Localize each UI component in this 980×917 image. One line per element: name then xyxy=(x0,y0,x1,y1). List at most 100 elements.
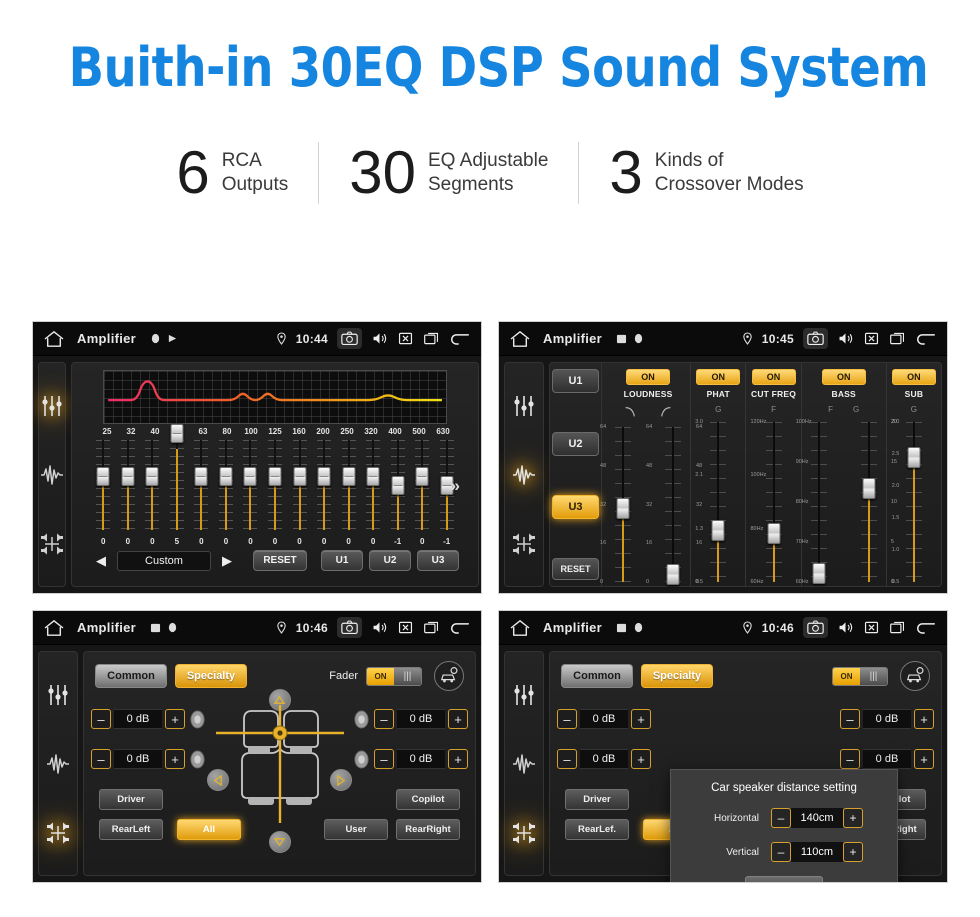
camera-icon[interactable] xyxy=(807,619,824,636)
minus-button[interactable]: – xyxy=(91,749,111,769)
fader-toggle[interactable]: ON ||| xyxy=(832,666,888,686)
tab-specialty[interactable]: Specialty xyxy=(641,664,713,688)
camera-icon[interactable] xyxy=(807,330,824,347)
recents-icon[interactable] xyxy=(889,619,906,636)
back-icon[interactable] xyxy=(915,330,937,347)
car-settings-button[interactable] xyxy=(434,661,464,691)
close-icon[interactable] xyxy=(863,619,880,636)
preset-u1-button[interactable]: U1 xyxy=(321,550,363,571)
eq-slider-63[interactable]: 0 xyxy=(189,438,214,546)
balance-icon[interactable] xyxy=(39,531,65,557)
back-icon[interactable] xyxy=(449,619,471,636)
seat-button-user[interactable]: User xyxy=(324,819,388,840)
slider-knob[interactable] xyxy=(616,498,630,520)
eq-slider-25[interactable]: 0 xyxy=(91,438,116,546)
minus-button[interactable]: – xyxy=(557,709,577,729)
minus-button[interactable]: – xyxy=(771,808,791,828)
preset-u3-button[interactable]: U3 xyxy=(552,495,599,519)
crossover-slider[interactable]: 64 48 32 16 0 xyxy=(656,421,702,586)
seat-button-rearright[interactable]: RearRight xyxy=(396,819,460,840)
seat-button-rearleft[interactable]: RearLef. xyxy=(565,819,629,840)
minus-button[interactable]: – xyxy=(771,842,791,862)
slider-knob[interactable] xyxy=(268,467,282,486)
toggle-loudness[interactable]: ON xyxy=(626,369,671,385)
plus-button[interactable]: + xyxy=(165,749,185,769)
plus-button[interactable]: + xyxy=(914,709,934,729)
eq-slider-50[interactable]: 5 xyxy=(165,423,190,546)
crossover-slider[interactable]: 64 48 32 16 0 64 48 32 16 0 xyxy=(600,421,652,586)
seat-button-driver[interactable]: Driver xyxy=(99,789,163,810)
home-icon[interactable] xyxy=(509,619,531,637)
crossover-slider[interactable]: 100Hz 90Hz 80Hz 70Hz 60Hz xyxy=(796,416,836,586)
preset-prev-button[interactable]: ◀ xyxy=(91,553,111,569)
preset-u2-button[interactable]: U2 xyxy=(552,432,599,456)
camera-button[interactable] xyxy=(803,617,828,638)
preset-next-button[interactable]: ▶ xyxy=(217,553,237,569)
close-icon[interactable] xyxy=(863,330,880,347)
slider-knob[interactable] xyxy=(243,467,257,486)
home-icon[interactable] xyxy=(43,330,65,348)
crossover-slider[interactable]: 20 15 10 5 0 xyxy=(891,416,931,586)
plus-button[interactable]: + xyxy=(631,749,651,769)
waveform-icon[interactable] xyxy=(511,751,537,777)
minus-button[interactable]: – xyxy=(374,749,394,769)
volume-icon[interactable] xyxy=(837,330,854,347)
seat-button-rearleft[interactable]: RearLeft xyxy=(99,819,163,840)
plus-button[interactable]: + xyxy=(448,749,468,769)
recents-icon[interactable] xyxy=(423,619,440,636)
camera-button[interactable] xyxy=(337,617,362,638)
recents-icon[interactable] xyxy=(889,330,906,347)
plus-button[interactable]: + xyxy=(631,709,651,729)
minus-button[interactable]: – xyxy=(374,709,394,729)
eq-slider-200[interactable]: 0 xyxy=(312,438,337,546)
crossover-slider[interactable]: 120Hz 100Hz 80Hz 60Hz xyxy=(751,416,791,586)
toggle-sub[interactable]: ON xyxy=(891,369,936,385)
slider-knob[interactable] xyxy=(219,467,233,486)
plus-button[interactable]: + xyxy=(914,749,934,769)
camera-icon[interactable] xyxy=(341,330,358,347)
slider-knob[interactable] xyxy=(145,467,159,486)
plus-button[interactable]: + xyxy=(843,808,863,828)
toggle-cut-freq[interactable]: ON xyxy=(751,369,796,385)
balance-icon[interactable] xyxy=(511,531,537,557)
tab-common[interactable]: Common xyxy=(561,664,633,688)
reset-button[interactable]: RESET xyxy=(253,550,307,571)
waveform-icon[interactable] xyxy=(511,462,537,488)
confirm-button[interactable]: Confirm xyxy=(745,876,823,882)
slider-knob[interactable] xyxy=(812,562,826,584)
preset-u3-button[interactable]: U3 xyxy=(417,550,459,571)
crossover-slider[interactable]: 3.0 2.5 2.0 1.5 1.0 0.5 xyxy=(852,416,899,586)
tab-common[interactable]: Common xyxy=(95,664,167,688)
slider-knob[interactable] xyxy=(366,467,380,486)
seat-button-copilot[interactable]: Copilot xyxy=(396,789,460,810)
eq-slider-500[interactable]: 0 xyxy=(410,438,435,546)
eq-slider-40[interactable]: 0 xyxy=(140,438,165,546)
camera-button[interactable] xyxy=(803,328,828,349)
close-icon[interactable] xyxy=(397,619,414,636)
waveform-icon[interactable] xyxy=(39,462,65,488)
equalizer-icon[interactable] xyxy=(39,393,65,419)
preset-u2-button[interactable]: U2 xyxy=(369,550,411,571)
minus-button[interactable]: – xyxy=(840,709,860,729)
equalizer-icon[interactable] xyxy=(511,682,537,708)
minus-button[interactable]: – xyxy=(557,749,577,769)
plus-button[interactable]: + xyxy=(165,709,185,729)
slider-knob[interactable] xyxy=(415,467,429,486)
eq-slider-80[interactable]: 0 xyxy=(214,438,239,546)
eq-slider-bank[interactable]: 0 0 0 5 0 0 0 0 0 0 0 0 -1 0 -1» xyxy=(91,423,460,546)
back-icon[interactable] xyxy=(449,330,471,347)
slider-knob[interactable] xyxy=(711,520,725,541)
volume-icon[interactable] xyxy=(371,330,388,347)
eq-slider-100[interactable]: 0 xyxy=(238,438,263,546)
camera-icon[interactable] xyxy=(341,619,358,636)
nudge-down-button[interactable] xyxy=(268,831,291,853)
crossover-slider[interactable]: 3.0 2.1 1.3 0.5 xyxy=(695,416,735,586)
slider-knob[interactable] xyxy=(194,467,208,486)
minus-button[interactable]: – xyxy=(840,749,860,769)
preset-display[interactable]: Custom xyxy=(117,550,211,571)
slider-knob[interactable] xyxy=(391,475,405,495)
volume-icon[interactable] xyxy=(371,619,388,636)
slider-knob[interactable] xyxy=(293,467,307,486)
equalizer-icon[interactable] xyxy=(45,682,71,708)
home-icon[interactable] xyxy=(43,619,65,637)
